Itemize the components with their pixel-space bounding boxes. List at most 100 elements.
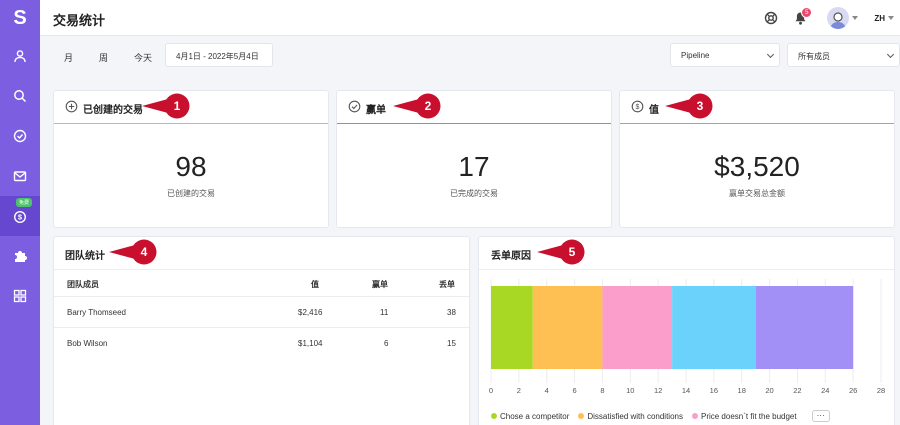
stat-value: 98: [175, 151, 207, 182]
svg-text:$: $: [636, 104, 640, 111]
x-tick-label: 0: [489, 386, 493, 395]
row-won: 11: [380, 308, 389, 317]
stat-caption: 已完成的交易: [450, 189, 498, 198]
column-header-value[interactable]: 值: [311, 279, 319, 290]
language-label: ZH: [874, 13, 885, 23]
card-title: 丢单原因: [491, 251, 531, 262]
legend-swatch: [578, 413, 585, 419]
mail-icon[interactable]: [0, 156, 40, 196]
x-tick-label: 26: [849, 386, 857, 395]
bar-segment[interactable]: [602, 286, 673, 369]
period-today-button[interactable]: 今天: [134, 51, 152, 64]
card-header: 赢单: [337, 91, 611, 124]
period-month-button[interactable]: 月: [64, 51, 73, 64]
bar-segment[interactable]: [532, 286, 603, 369]
row-lost: 15: [447, 339, 456, 348]
filters-bar: 月 周 今天 4月1日 - 2022年5月4日 Pipeline 所有成员: [40, 36, 900, 84]
row-member: Barry Thomseed: [67, 308, 126, 317]
legend-item[interactable]: Chose a competitor: [491, 412, 569, 421]
notification-count-badge: 5: [801, 7, 813, 18]
chevron-down-icon: [886, 50, 895, 59]
row-lost: 38: [447, 308, 456, 317]
x-tick-label: 2: [517, 386, 521, 395]
card-title: 赢单: [366, 105, 386, 116]
bar-segment[interactable]: [755, 286, 854, 369]
chevron-down-icon: [766, 50, 775, 59]
members-select-value: 所有成员: [798, 52, 830, 61]
callout-marker: 5: [537, 239, 587, 265]
members-select[interactable]: 所有成员: [787, 43, 900, 67]
grid-icon[interactable]: [0, 276, 40, 316]
won-deals-card: 赢单 2 17 已完成的交易: [336, 90, 612, 228]
legend-label: Chose a competitor: [500, 411, 570, 421]
x-tick-label: 8: [600, 386, 604, 395]
legend-more-button[interactable]: ···: [811, 410, 830, 422]
x-tick-label: 18: [738, 386, 746, 395]
legend-swatch: [491, 413, 497, 419]
callout-number: 1: [173, 99, 181, 113]
created-deals-card: 已创建的交易 1 98 已创建的交易: [53, 90, 329, 228]
row-value: $1,104: [298, 339, 323, 348]
legend-item[interactable]: Price doesn`t fit the budget: [691, 411, 797, 421]
check-circle-icon: [348, 100, 361, 113]
dollar-circle-icon: $: [631, 100, 644, 113]
bar-segment[interactable]: [672, 286, 756, 369]
notifications-bell-icon[interactable]: 5: [794, 7, 813, 25]
svg-text:$: $: [18, 213, 23, 222]
user-menu[interactable]: [827, 7, 859, 29]
pipeline-select-value: Pipeline: [681, 51, 710, 60]
stat-caption: 已创建的交易: [167, 189, 215, 198]
x-tick-label: 4: [545, 386, 549, 395]
date-range-picker[interactable]: 4月1日 - 2022年5月4日: [165, 43, 273, 67]
x-tick-label: 12: [654, 386, 662, 395]
search-icon[interactable]: [0, 76, 40, 116]
divider: [54, 296, 469, 297]
chart-legend: Chose a competitor Dissatisfied with con…: [491, 410, 830, 422]
column-header-member[interactable]: 团队成员: [67, 279, 99, 290]
callout-marker: 3: [665, 93, 715, 119]
lost-reasons-chart: 0 2 4 6 8 10 12 14 16 18 20 22 24 26 28: [489, 279, 885, 395]
user-icon[interactable]: [0, 36, 40, 76]
support-lifebuoy-icon[interactable]: [764, 11, 778, 25]
card-title: 已创建的交易: [83, 105, 143, 116]
x-tick-label: 14: [682, 386, 690, 395]
callout-number: 2: [424, 99, 432, 113]
legend-label: Dissatisfied with conditions: [587, 411, 683, 421]
sidebar: S 免费 $: [0, 0, 40, 425]
x-tick-label: 6: [572, 386, 576, 395]
language-selector[interactable]: ZH: [874, 14, 894, 23]
legend-label: Price doesn`t fit the budget: [700, 411, 797, 421]
row-won: 6: [384, 339, 389, 348]
puzzle-icon[interactable]: [0, 236, 40, 276]
bar-segment[interactable]: [491, 286, 533, 369]
card-title: 团队统计: [65, 251, 105, 262]
x-tick-label: 22: [793, 386, 801, 395]
x-tick-label: 16: [710, 386, 718, 395]
check-circle-icon[interactable]: [0, 116, 40, 156]
callout-marker: 2: [393, 93, 443, 119]
column-header-lost[interactable]: 丢单: [439, 279, 455, 290]
app-logo[interactable]: S: [0, 0, 40, 36]
callout-number: 4: [140, 245, 148, 259]
team-stats-card: 团队统计 4 团队成员 值 赢单 丢单 Barry Thomseed $2,41…: [53, 236, 470, 425]
callout-number: 3: [696, 99, 704, 113]
lost-reasons-card: 丢单原因 5 0 2 4 6 8 10 12 14 16 18 20 22 24 26 28 Chose a…: [478, 236, 895, 425]
callout-marker: 1: [142, 93, 192, 119]
x-tick-label: 28: [877, 386, 885, 395]
callout-marker: 4: [109, 239, 159, 265]
avatar: [827, 7, 850, 29]
free-badge: 免费: [16, 198, 33, 207]
card-header: $ 值: [620, 91, 894, 124]
deals-dollar-icon[interactable]: 免费 $: [0, 196, 40, 236]
plus-circle-icon: [65, 100, 78, 113]
page-title: 交易统计: [53, 13, 106, 28]
legend-item[interactable]: Dissatisfied with conditions: [578, 412, 683, 421]
stat-value: 17: [458, 151, 490, 182]
column-header-won[interactable]: 赢单: [372, 279, 388, 290]
x-tick-label: 20: [765, 386, 773, 395]
row-value: $2,416: [298, 308, 323, 317]
period-week-button[interactable]: 周: [99, 51, 108, 64]
stat-caption: 赢单交易总金额: [729, 189, 785, 198]
chevron-down-icon: [888, 16, 894, 20]
pipeline-select[interactable]: Pipeline: [670, 43, 780, 67]
